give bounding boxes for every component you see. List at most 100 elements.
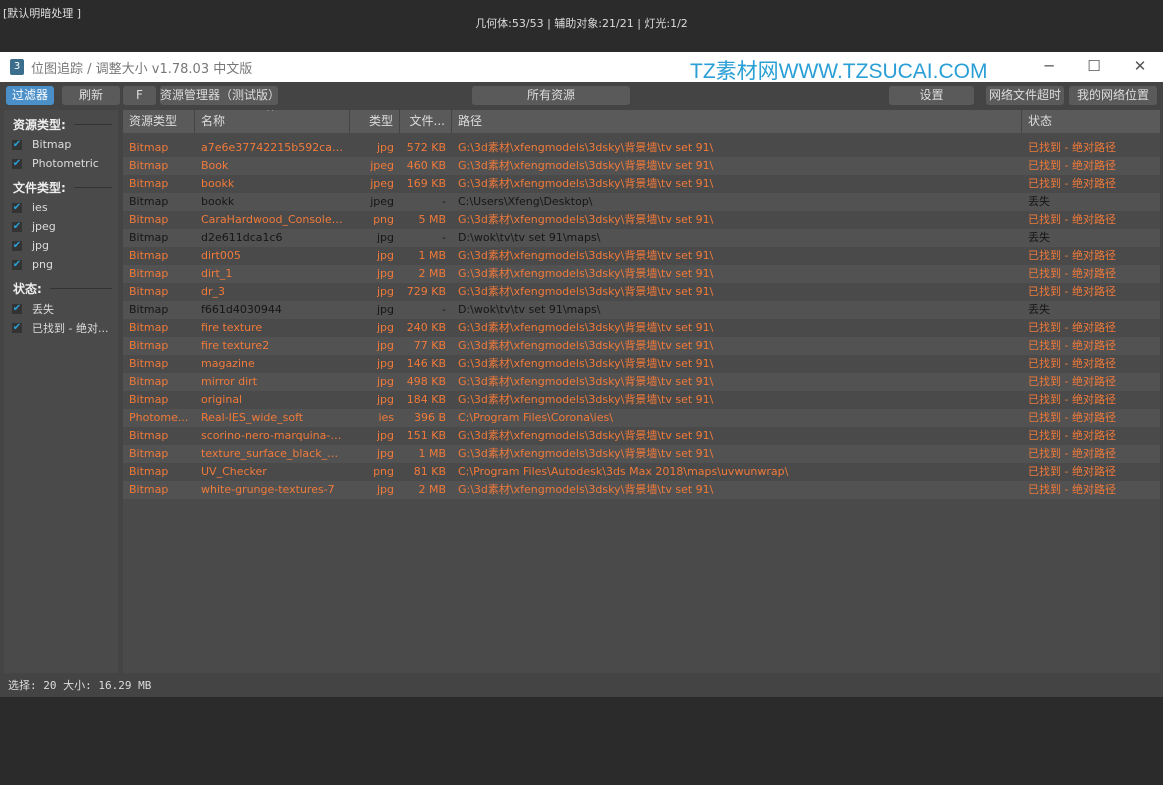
table-row[interactable]: Bitmap d2e611dca1c6 jpg - D:\wok\tv\tv set 9… — [123, 229, 1160, 247]
cell-path: G:\3d素材\xfengmodels\3dsky\背景墙\tv set 91\ — [458, 249, 714, 262]
column-file-size[interactable]: 文件... — [400, 110, 452, 133]
table-row[interactable]: Bitmap fire texture jpg 240 KB G:\3d素材\xfeng… — [123, 319, 1160, 337]
table-row[interactable]: Bitmap dr_3 jpg 729 KB G:\3d素材\xfengmodels\3… — [123, 283, 1160, 301]
cell-asset-type: Bitmap — [129, 231, 169, 244]
table-row[interactable]: Bitmap f661d4030944 jpg - D:\wok\tv\tv set 9… — [123, 301, 1160, 319]
table-row[interactable]: Bitmap scorino-nero-marquina-big jpg 151 KB… — [123, 427, 1160, 445]
table-row[interactable]: Bitmap white-grunge-textures-7 jpg 2 MB G:\3… — [123, 481, 1160, 499]
cell-path: G:\3d素材\xfengmodels\3dsky\背景墙\tv set 91\ — [458, 429, 714, 442]
cell-type: jpg — [376, 447, 394, 460]
network-timeout-button[interactable]: 网络文件超时 — [986, 86, 1064, 105]
table-row[interactable]: Bitmap mirror dirt jpg 498 KB G:\3d素材\xfengm… — [123, 373, 1160, 391]
scene-stats: 几何体:53/53 | 辅助对象:21/21 | 灯光:1/2 — [475, 17, 688, 30]
cell-path: G:\3d素材\xfengmodels\3dsky\背景墙\tv set 91\ — [458, 321, 714, 334]
cell-path: G:\3d素材\xfengmodels\3dsky\背景墙\tv set 91\ — [458, 375, 714, 388]
cell-size: 146 KB — [406, 357, 446, 370]
table-row[interactable]: Bitmap a7e6e37742215b592ca9d3... jpg 572 KB… — [123, 139, 1160, 157]
asset-manager-button[interactable]: 资源管理器（测试版） — [160, 86, 280, 105]
cell-path: G:\3d素材\xfengmodels\3dsky\背景墙\tv set 91\ — [458, 213, 714, 226]
cell-name: fire texture2 — [201, 339, 270, 352]
f-button[interactable]: F — [123, 86, 156, 105]
cell-type: png — [373, 213, 394, 226]
cell-status: 已找到 - 绝对路径 — [1028, 447, 1116, 460]
filter-checkbox[interactable]: ✔ ies — [4, 198, 118, 217]
table-row[interactable]: Bitmap dirt005 jpg 1 MB G:\3d素材\xfengmodels\… — [123, 247, 1160, 265]
cell-path: D:\wok\tv\tv set 91\maps\ — [458, 303, 601, 316]
cell-path: G:\3d素材\xfengmodels\3dsky\背景墙\tv set 91\ — [458, 447, 714, 460]
cell-asset-type: Bitmap — [129, 177, 169, 190]
all-assets-dropdown[interactable]: 所有资源 — [472, 86, 630, 105]
cell-status: 已找到 - 绝对路径 — [1028, 411, 1116, 424]
table-row[interactable]: Bitmap CaraHardwood_ConsoleBig... png 5 MB G… — [123, 211, 1160, 229]
cell-asset-type: Bitmap — [129, 393, 169, 406]
cell-name: texture_surface_black_12... — [201, 447, 350, 460]
filter-checkbox[interactable]: ✔ jpeg — [4, 217, 118, 236]
watermark: TZ素材网WWW.TZSUCAI.COM — [690, 60, 988, 83]
checkbox-label: 丢失 — [32, 302, 54, 316]
cell-name: Real-IES_wide_soft — [201, 411, 304, 424]
table-row[interactable]: Bitmap UV_Checker png 81 KB C:\Program Files… — [123, 463, 1160, 481]
table-row[interactable]: Bitmap dirt_1 jpg 2 MB G:\3d素材\xfengmodels\3… — [123, 265, 1160, 283]
filter-checkbox[interactable]: ✔ Photometric — [4, 154, 118, 173]
cell-size: 77 KB — [413, 339, 446, 352]
status-bar: 选择: 20 大小: 16.29 MB — [0, 675, 1163, 697]
column-path[interactable]: 路径 — [452, 110, 1022, 133]
table-row[interactable]: Bitmap texture_surface_black_12... jpg 1 MB… — [123, 445, 1160, 463]
filter-button[interactable]: 过滤器 — [6, 86, 54, 105]
filter-checkbox[interactable]: ✔ png — [4, 255, 118, 274]
column-type[interactable]: 类型 — [350, 110, 400, 133]
cell-size: - — [442, 303, 446, 316]
checkbox-label: 已找到 - 绝对... — [32, 321, 109, 335]
asset-table: 资源类型 名称 类型 文件... 路径 状态 ^ Bitmap a7e6e3774… — [123, 110, 1160, 673]
cell-size: 729 KB — [406, 285, 446, 298]
table-row[interactable]: Bitmap magazine jpg 146 KB G:\3d素材\xfengmode… — [123, 355, 1160, 373]
minimize-button[interactable]: ─ — [1026, 52, 1072, 82]
filter-checkbox[interactable]: ✔ 已找到 - 绝对... — [4, 318, 118, 337]
close-button[interactable]: ✕ — [1117, 52, 1163, 82]
table-row[interactable]: Photome... Real-IES_wide_soft ies 396 B C:\P… — [123, 409, 1160, 427]
settings-button[interactable]: 设置 — [889, 86, 974, 105]
cell-type: jpg — [376, 321, 394, 334]
cell-status: 已找到 - 绝对路径 — [1028, 357, 1116, 370]
cell-status: 已找到 - 绝对路径 — [1028, 159, 1116, 172]
checkmark-icon: ✔ — [12, 258, 22, 270]
table-row[interactable]: Bitmap bookk jpeg 169 KB G:\3d素材\xfengmodels… — [123, 175, 1160, 193]
table-row[interactable]: Bitmap Book jpeg 460 KB G:\3d素材\xfengmodels\… — [123, 157, 1160, 175]
cell-type: jpeg — [370, 159, 394, 172]
cell-name: a7e6e37742215b592ca9d3... — [201, 141, 350, 154]
maximize-button[interactable]: ☐ — [1071, 52, 1117, 82]
cell-asset-type: Bitmap — [129, 357, 169, 370]
cell-size: 169 KB — [406, 177, 446, 190]
my-network-location-button[interactable]: 我的网络位置 — [1069, 86, 1157, 105]
cell-status: 已找到 - 绝对路径 — [1028, 321, 1116, 334]
filter-checkbox[interactable]: ✔ Bitmap — [4, 135, 118, 154]
filter-checkbox[interactable]: ✔ 丢失 — [4, 299, 118, 318]
refresh-button[interactable]: 刷新 — [62, 86, 120, 105]
cell-name: bookk — [201, 177, 235, 190]
checkmark-icon: ✔ — [12, 239, 22, 251]
checkmark-icon: ✔ — [12, 302, 22, 314]
sort-ascending-icon: ^ — [266, 110, 275, 118]
cell-name: Book — [201, 159, 229, 172]
cell-path: G:\3d素材\xfengmodels\3dsky\背景墙\tv set 91\ — [458, 357, 714, 370]
cell-name: original — [201, 393, 243, 406]
cell-type: jpg — [376, 483, 394, 496]
cell-size: 460 KB — [406, 159, 446, 172]
cell-asset-type: Bitmap — [129, 429, 169, 442]
cell-path: G:\3d素材\xfengmodels\3dsky\背景墙\tv set 91\ — [458, 159, 714, 172]
filter-checkbox[interactable]: ✔ jpg — [4, 236, 118, 255]
cell-type: jpeg — [370, 177, 394, 190]
cell-size: 572 KB — [406, 141, 446, 154]
column-asset-type[interactable]: 资源类型 — [123, 110, 195, 133]
title-bar: 3 位图追踪 / 调整大小 v1.78.03 中文版 TZ素材网WWW.TZSU… — [0, 52, 1163, 83]
cell-type: jpg — [376, 357, 394, 370]
table-row[interactable]: Bitmap fire texture2 jpg 77 KB G:\3d素材\xfeng… — [123, 337, 1160, 355]
cell-path: G:\3d素材\xfengmodels\3dsky\背景墙\tv set 91\ — [458, 483, 714, 496]
cell-status: 丢失 — [1028, 231, 1050, 244]
table-row[interactable]: Bitmap original jpg 184 KB G:\3d素材\xfengmode… — [123, 391, 1160, 409]
table-row[interactable]: Bitmap bookk jpeg - C:\Users\Xfeng\Desktop\ 丢… — [123, 193, 1160, 211]
cell-name: CaraHardwood_ConsoleBig... — [201, 213, 350, 226]
cell-status: 已找到 - 绝对路径 — [1028, 285, 1116, 298]
window-title: 位图追踪 / 调整大小 v1.78.03 中文版 — [31, 61, 253, 77]
column-status[interactable]: 状态 — [1022, 110, 1160, 133]
